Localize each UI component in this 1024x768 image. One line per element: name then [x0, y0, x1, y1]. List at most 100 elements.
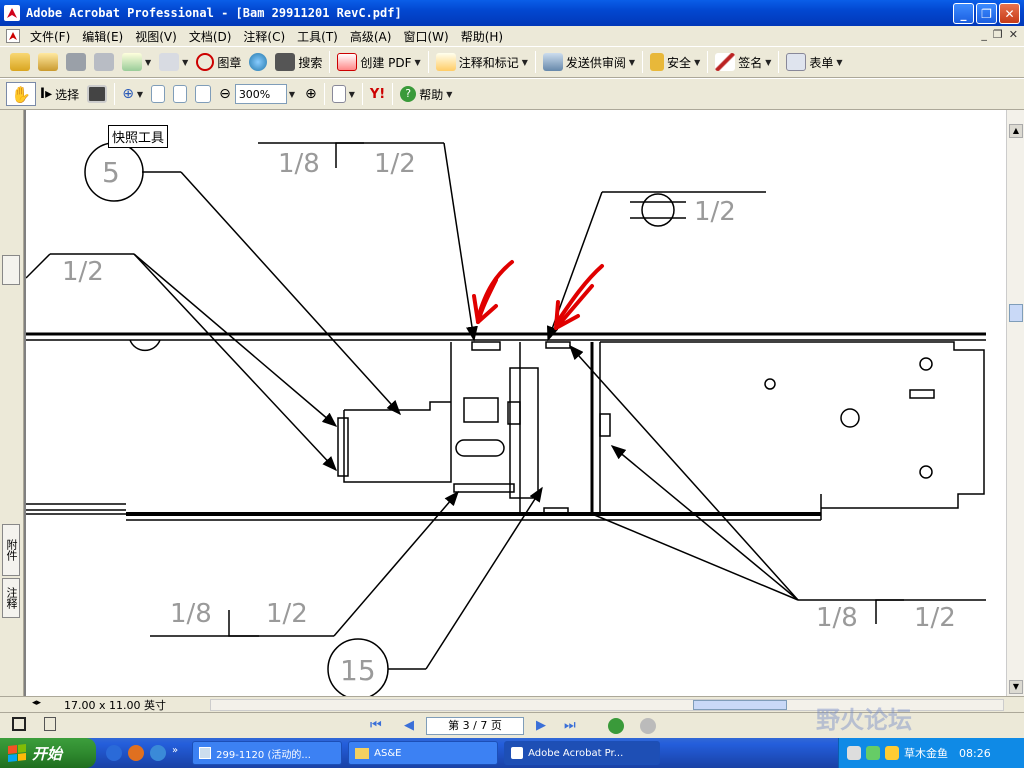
menu-file[interactable]: 文件(F)	[24, 28, 76, 45]
ime-icon[interactable]	[866, 746, 880, 760]
organizer-button[interactable]	[34, 50, 62, 74]
scroll-down-icon[interactable]: ▼	[1009, 680, 1023, 694]
weld-length-label: 1/2	[266, 599, 308, 629]
zoom-in-tool-button[interactable]: ⊕ ▼	[118, 82, 147, 106]
media-player-icon[interactable]	[106, 745, 122, 761]
menu-window[interactable]: 窗口(W)	[397, 28, 454, 45]
snapshot-tool-button[interactable]	[83, 82, 111, 106]
previous-page-button[interactable]: ◀	[404, 718, 414, 733]
weld-length-label: 1/2	[914, 603, 956, 633]
window-controls: _ ❐ ✕	[953, 3, 1020, 24]
panel-toggle-handle[interactable]	[2, 255, 20, 285]
zoom-input[interactable]	[234, 84, 287, 104]
doc-close-icon[interactable]: ✕	[1009, 28, 1018, 41]
save-button[interactable]	[62, 50, 90, 74]
create-pdf-button[interactable]: 创建 PDF ▼	[333, 50, 424, 74]
scroll-up-icon[interactable]: ▲	[1009, 124, 1023, 138]
panel-options-icon[interactable]: ◂▸	[32, 698, 41, 708]
network-icon[interactable]	[847, 746, 861, 760]
menu-edit[interactable]: 编辑(E)	[76, 28, 129, 45]
close-button[interactable]: ✕	[999, 3, 1020, 24]
help-icon: ?	[400, 86, 417, 102]
hscroll-thumb[interactable]	[693, 700, 787, 710]
yahoo-button[interactable]: Y!	[366, 82, 389, 106]
weld-length-label: 1/2	[694, 197, 736, 227]
weld-size-label: 1/8	[278, 149, 320, 179]
volume-icon[interactable]	[885, 746, 899, 760]
single-page-icon[interactable]	[12, 717, 26, 731]
last-page-button[interactable]: ⏭	[564, 718, 576, 733]
toolbar-separator	[114, 83, 116, 105]
menu-advanced[interactable]: 高级(A)	[344, 28, 398, 45]
rotate-button[interactable]: ▼	[328, 82, 359, 106]
quick-launch-more-icon[interactable]: »	[172, 745, 178, 761]
send-button[interactable]	[245, 50, 271, 74]
create-pdf-label: 创建 PDF	[360, 55, 412, 70]
email-button[interactable]: ▼	[118, 50, 155, 74]
document-icon[interactable]	[6, 29, 20, 43]
menu-document[interactable]: 文档(D)	[183, 28, 238, 45]
browser-icon[interactable]	[128, 745, 144, 761]
actual-size-button[interactable]	[147, 82, 169, 106]
page-size-label: 17.00 x 11.00 英寸	[64, 698, 166, 712]
select-tool-button[interactable]: I▸ 选择	[36, 82, 83, 106]
security-button[interactable]: 安全 ▼	[646, 50, 704, 74]
fit-width-button[interactable]	[191, 82, 215, 106]
start-button[interactable]: 开始	[0, 738, 96, 768]
doc-minimize-icon[interactable]: _	[981, 28, 987, 41]
clock: 08:26	[959, 746, 991, 760]
attachments-tab[interactable]: 附件	[2, 524, 20, 576]
review-icon	[542, 53, 563, 71]
document-window-controls: _ ❐ ✕	[981, 28, 1018, 41]
zoom-in-button[interactable]: ⊕	[301, 82, 321, 106]
ie-icon[interactable]	[150, 745, 166, 761]
zoom-dropdown-icon[interactable]: ▼	[289, 90, 295, 99]
forms-button[interactable]: 表单 ▼	[782, 50, 846, 74]
first-page-button[interactable]: ⏮	[370, 718, 382, 733]
page-number-field[interactable]: 第 3 / 7 页	[426, 717, 524, 735]
menu-help[interactable]: 帮助(H)	[455, 28, 509, 45]
minimize-button[interactable]: _	[953, 3, 974, 24]
page-actual-icon	[151, 85, 166, 103]
next-page-button[interactable]: ▶	[536, 718, 546, 733]
zoom-out-button[interactable]: ⊖	[215, 82, 235, 106]
fit-page-button[interactable]	[169, 82, 191, 106]
stamp-button[interactable]: 图章	[192, 50, 245, 74]
taskbar-item[interactable]: AS&E	[348, 741, 499, 765]
engineering-drawing: 1/8 1/2 1/2 1/2 1/8 1/2 1/8 1/2 5 15	[26, 142, 986, 696]
attach-button[interactable]: ▼	[155, 50, 192, 74]
menu-view[interactable]: 视图(V)	[129, 28, 183, 45]
comments-tab[interactable]: 注释	[2, 578, 20, 618]
balloon-number: 15	[340, 654, 376, 687]
system-tray: 草木金鱼 08:26	[838, 738, 1024, 768]
vertical-scrollbar[interactable]: ▲ ▼	[1006, 110, 1024, 696]
go-back-button[interactable]	[608, 718, 624, 734]
horizontal-scrollbar[interactable]	[210, 699, 1004, 711]
doc-restore-icon[interactable]: ❐	[993, 28, 1003, 41]
stamp-label: 图章	[217, 55, 242, 70]
open-button[interactable]	[6, 50, 34, 74]
maximize-button[interactable]: ❐	[976, 3, 997, 24]
pen-sign-icon	[715, 53, 736, 71]
globe-send-icon	[249, 53, 268, 71]
send-review-button[interactable]: 发送供审阅 ▼	[539, 50, 639, 74]
help-button[interactable]: ? 帮助 ▼	[396, 82, 456, 106]
print-button[interactable]	[90, 50, 118, 74]
taskbar-item-active[interactable]: Adobe Acrobat Pr...	[504, 741, 661, 765]
document-view[interactable]: 1/8 1/2 1/2 1/2 1/8 1/2 1/8 1/2 5 15	[24, 110, 1006, 696]
taskbar-item[interactable]: 299-1120 (活动的...	[192, 741, 343, 765]
email-icon	[122, 53, 142, 71]
fit-page-icon	[173, 85, 188, 103]
search-button[interactable]: 搜索	[271, 50, 326, 74]
go-forward-button[interactable]	[640, 718, 656, 734]
continuous-page-icon[interactable]	[44, 717, 56, 731]
menu-tools[interactable]: 工具(T)	[291, 28, 344, 45]
sign-button[interactable]: 签名 ▼	[711, 50, 775, 74]
security-label: 安全	[667, 55, 692, 70]
comment-markup-button[interactable]: 注释和标记 ▼	[432, 50, 532, 74]
menu-comments[interactable]: 注释(C)	[237, 28, 291, 45]
lock-icon	[650, 53, 665, 71]
send-review-label: 发送供审阅	[565, 55, 626, 70]
scroll-thumb[interactable]	[1009, 304, 1023, 322]
hand-tool-button[interactable]: ✋	[6, 82, 36, 106]
